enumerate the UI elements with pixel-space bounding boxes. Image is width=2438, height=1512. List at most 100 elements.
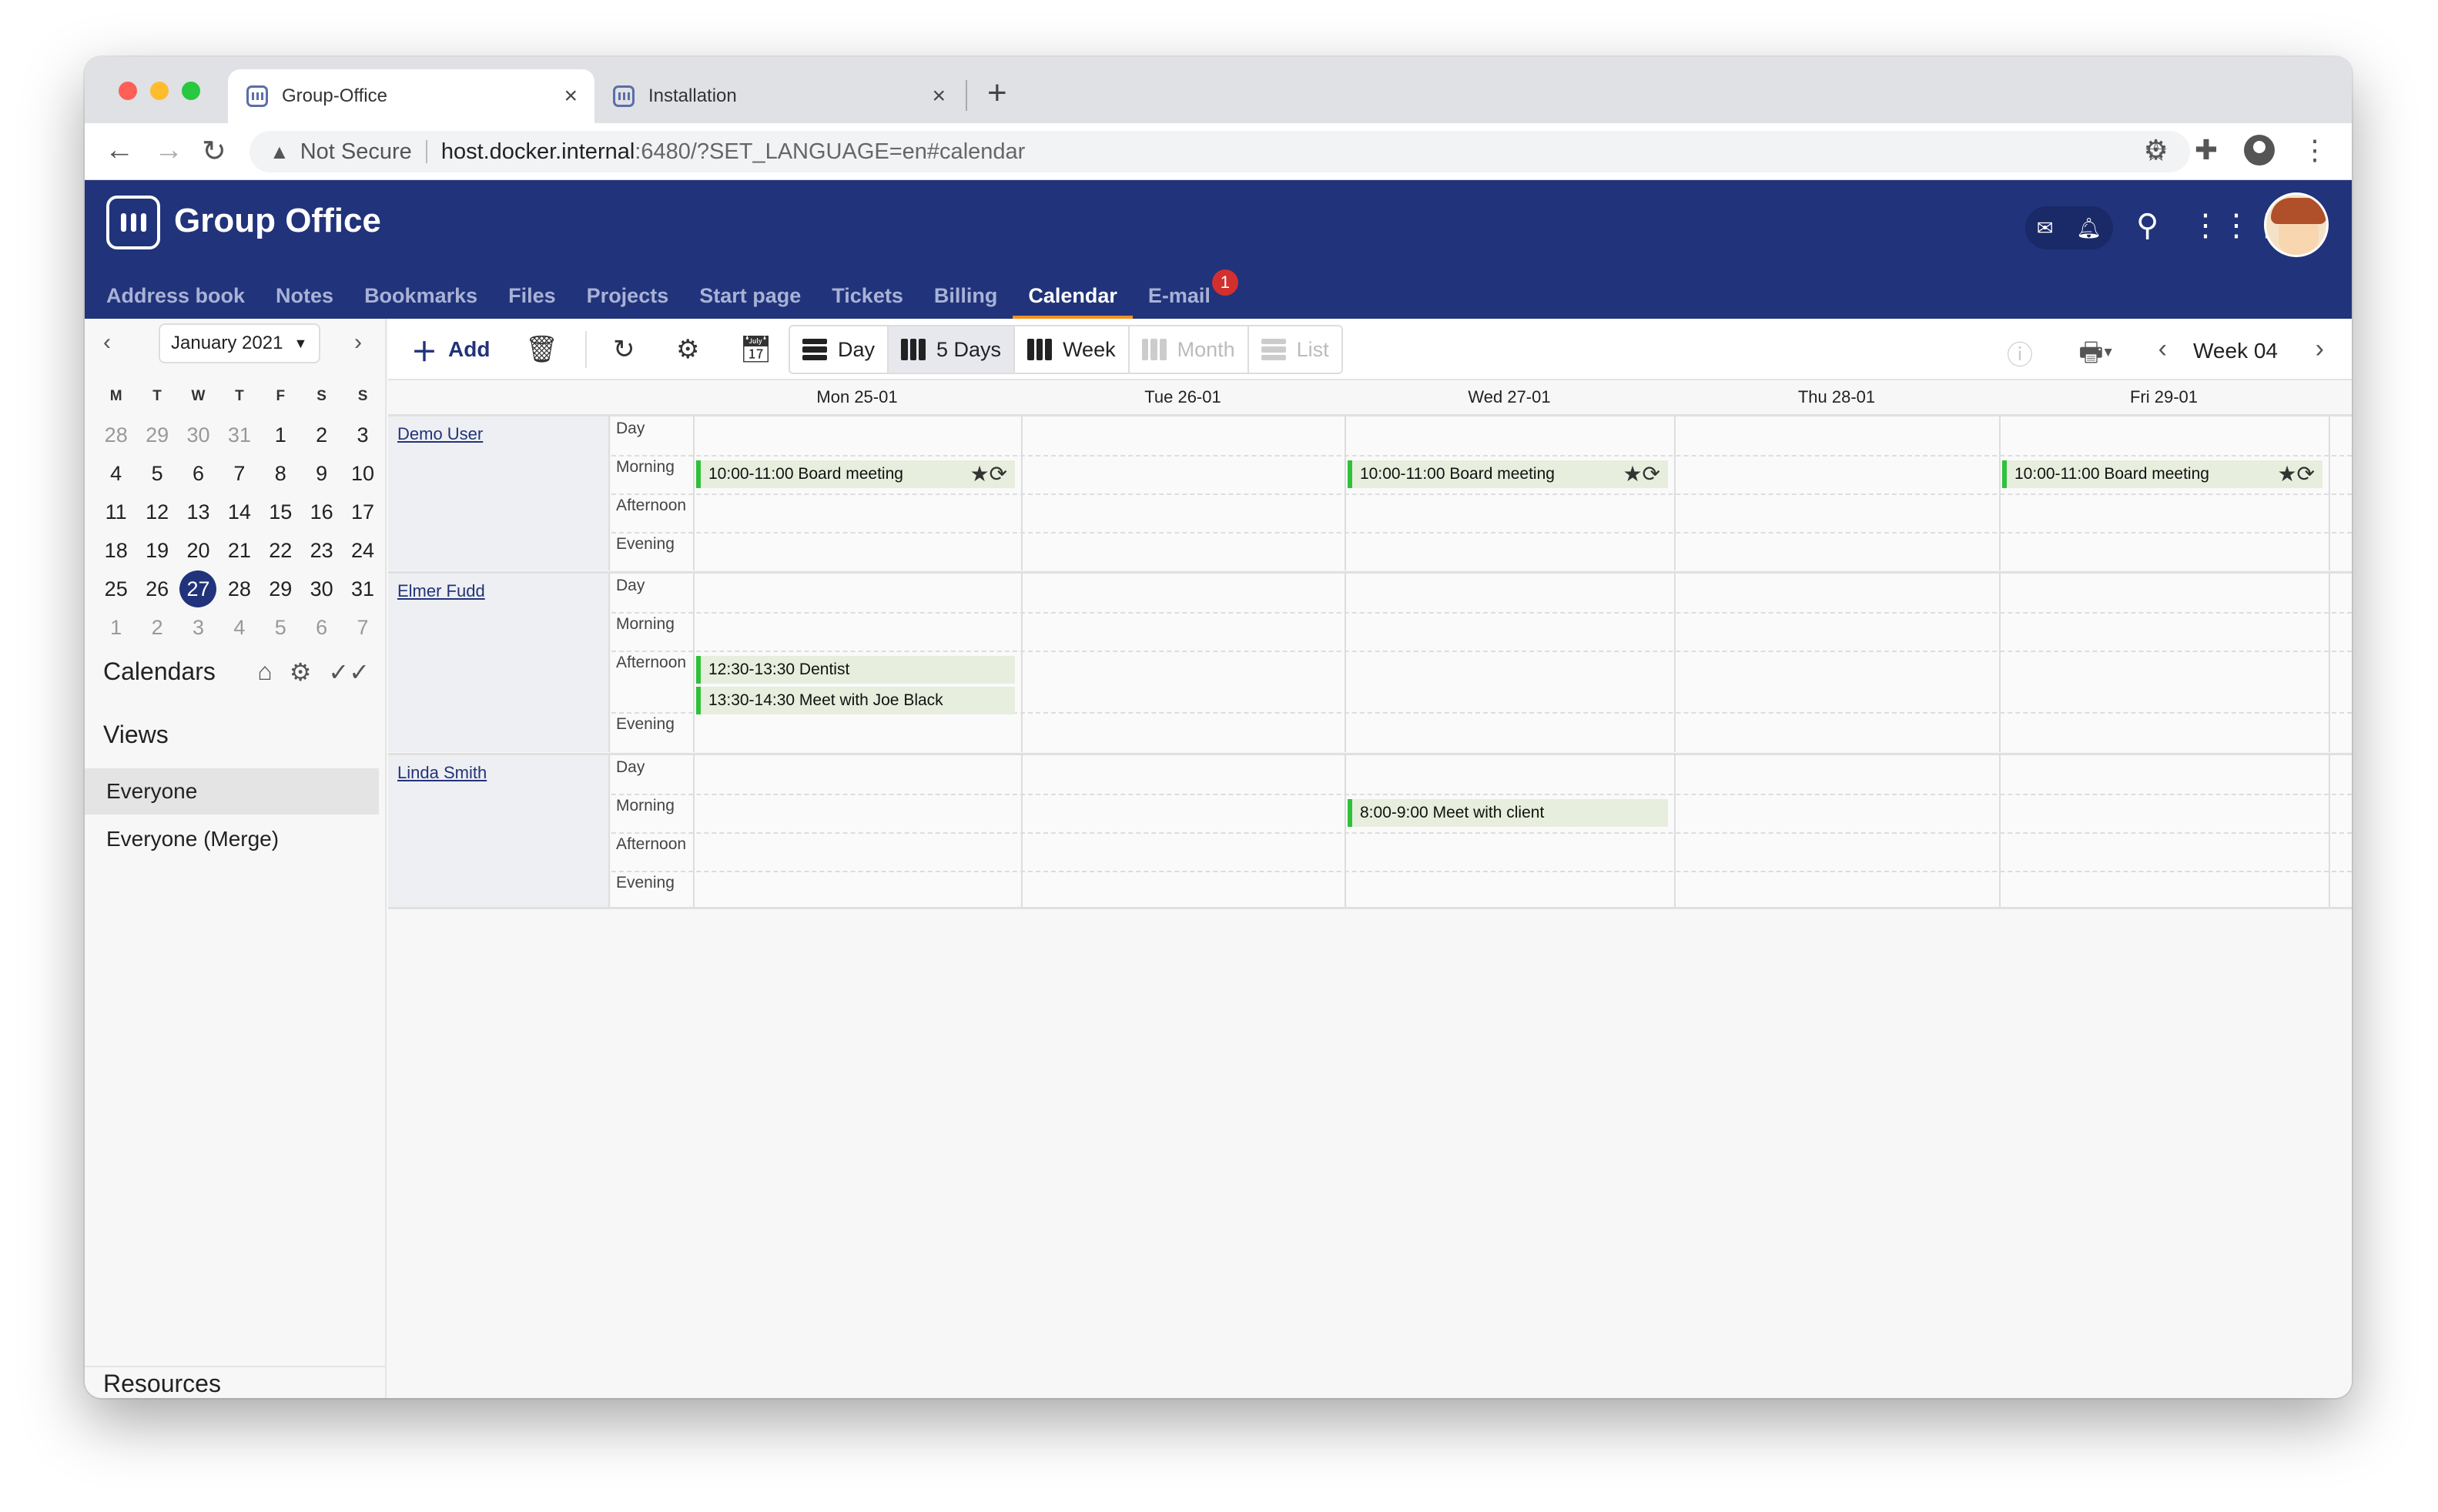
refresh-button[interactable]: ↻	[613, 328, 646, 371]
day-cell[interactable]: 17	[342, 500, 383, 524]
day-cell-today[interactable]: 27	[178, 570, 219, 607]
day-cell[interactable]: 6	[301, 616, 342, 640]
day-cell[interactable]: 21	[219, 539, 260, 563]
day-cell[interactable]: 29	[136, 423, 177, 447]
person-link[interactable]: Linda Smith	[397, 763, 487, 783]
bell-icon[interactable]: 🔔︎	[2076, 216, 2101, 240]
avatar[interactable]	[2264, 192, 2329, 257]
close-icon[interactable]: ×	[932, 83, 946, 109]
day-cell[interactable]: 4	[219, 616, 260, 640]
day-cell[interactable]: 19	[136, 539, 177, 563]
day-cell[interactable]: 2	[301, 423, 342, 447]
puzzle-icon[interactable]: ✚	[2195, 134, 2218, 166]
day-cell[interactable]: 25	[95, 577, 136, 601]
day-cell[interactable]: 30	[301, 577, 342, 601]
view-day-button[interactable]: Day	[790, 326, 889, 373]
day-cell[interactable]: 3	[342, 423, 383, 447]
double-check-icon[interactable]: ✓✓	[328, 657, 370, 687]
day-cell[interactable]: 4	[95, 462, 136, 486]
today-button[interactable]: 📅︎	[739, 328, 783, 371]
close-window-button[interactable]	[119, 82, 137, 100]
profile-icon[interactable]	[2244, 135, 2275, 166]
maximize-window-button[interactable]	[182, 82, 200, 100]
day-cell[interactable]: 5	[260, 616, 301, 640]
chevron-left-icon[interactable]: ‹	[2158, 334, 2167, 364]
day-cell[interactable]: 6	[178, 462, 219, 486]
info-icon[interactable]: ⓘ	[2007, 334, 2033, 372]
nav-address-book[interactable]: Address book	[106, 273, 260, 319]
back-arrow-icon[interactable]: ←	[105, 134, 134, 167]
day-cell[interactable]: 24	[342, 539, 383, 563]
nav-files[interactable]: Files	[493, 273, 571, 319]
nav-bookmarks[interactable]: Bookmarks	[349, 273, 493, 319]
print-icon[interactable]: 🖶▾	[2078, 334, 2113, 378]
nav-start-page[interactable]: Start page	[684, 273, 816, 319]
view-item-everyone[interactable]: Everyone	[85, 768, 379, 815]
notification-pill[interactable]: ✉ 🔔︎	[2025, 206, 2113, 249]
day-cell[interactable]: 18	[95, 539, 136, 563]
person-link[interactable]: Elmer Fudd	[397, 581, 485, 601]
day-cell[interactable]: 9	[301, 462, 342, 486]
day-cell[interactable]: 31	[342, 577, 383, 601]
day-cell[interactable]: 5	[136, 462, 177, 486]
extension-gear-icon[interactable]: ⚙	[2144, 134, 2168, 166]
view-month-button[interactable]: Month	[1130, 326, 1249, 373]
day-cell[interactable]: 14	[219, 500, 260, 524]
day-cell[interactable]: 7	[342, 616, 383, 640]
minimize-window-button[interactable]	[150, 82, 169, 100]
day-cell[interactable]: 16	[301, 500, 342, 524]
nav-email[interactable]: E-mail 1	[1133, 269, 1238, 319]
mail-icon[interactable]: ✉	[2037, 216, 2054, 240]
day-cell[interactable]: 23	[301, 539, 342, 563]
gear-icon[interactable]: ⚙	[290, 657, 312, 687]
day-cell[interactable]: 7	[219, 462, 260, 486]
new-tab-button[interactable]: +	[987, 74, 1007, 112]
day-cell[interactable]: 3	[178, 616, 219, 640]
day-cell[interactable]: 31	[219, 423, 260, 447]
more-vert-icon[interactable]: ⋮	[2301, 134, 2329, 166]
close-icon[interactable]: ×	[564, 83, 578, 109]
home-icon[interactable]: ⌂	[257, 657, 272, 687]
browser-tab-installation[interactable]: Installation ×	[594, 69, 963, 123]
view-week-button[interactable]: Week	[1015, 326, 1130, 373]
day-cell[interactable]: 10	[342, 462, 383, 486]
event-item[interactable]: 10:00-11:00 Board meeting ★⟳	[2002, 460, 2322, 488]
event-item[interactable]: 8:00-9:00 Meet with client	[1348, 799, 1668, 827]
view-item-everyone-merge[interactable]: Everyone (Merge)	[85, 816, 379, 862]
event-item[interactable]: 10:00-11:00 Board meeting ★⟳	[1348, 460, 1668, 488]
day-cell[interactable]: 13	[178, 500, 219, 524]
view-list-button[interactable]: List	[1249, 326, 1341, 373]
day-cell[interactable]: 29	[260, 577, 301, 601]
chevron-left-icon[interactable]: ‹	[103, 329, 111, 356]
settings-button[interactable]: ⚙	[676, 328, 710, 371]
address-bar[interactable]: ▲ Not Secure host.docker.internal:6480/?…	[249, 131, 2190, 172]
chevron-right-icon[interactable]: ›	[354, 329, 362, 356]
day-cell[interactable]: 8	[260, 462, 301, 486]
day-cell[interactable]: 26	[136, 577, 177, 601]
person-link[interactable]: Demo User	[397, 424, 483, 444]
day-cell[interactable]: 28	[219, 577, 260, 601]
day-cell[interactable]: 15	[260, 500, 301, 524]
event-item[interactable]: 10:00-11:00 Board meeting ★⟳	[696, 460, 1015, 488]
search-icon[interactable]: ⚲	[2136, 208, 2158, 243]
nav-calendar[interactable]: Calendar	[1013, 273, 1133, 320]
month-select[interactable]: January 2021 ▼	[159, 323, 320, 363]
add-button[interactable]: ＋ Add	[411, 328, 490, 371]
day-cell[interactable]: 2	[136, 616, 177, 640]
reload-icon[interactable]: ↻	[202, 134, 226, 169]
day-cell[interactable]: 30	[178, 423, 219, 447]
day-cell[interactable]: 22	[260, 539, 301, 563]
day-cell[interactable]: 20	[178, 539, 219, 563]
day-cell[interactable]: 12	[136, 500, 177, 524]
event-item[interactable]: 13:30-14:30 Meet with Joe Black	[696, 687, 1015, 714]
delete-button[interactable]: 🗑︎	[525, 328, 569, 371]
day-cell[interactable]: 1	[260, 423, 301, 447]
forward-arrow-icon[interactable]: →	[154, 134, 183, 167]
chevron-right-icon[interactable]: ›	[2316, 334, 2324, 364]
event-item[interactable]: 12:30-13:30 Dentist	[696, 656, 1015, 684]
nav-billing[interactable]: Billing	[919, 273, 1013, 319]
browser-tab-group-office[interactable]: Group-Office ×	[228, 69, 594, 123]
resources-heading[interactable]: Resources	[85, 1366, 387, 1398]
nav-tickets[interactable]: Tickets	[816, 273, 919, 319]
group-office-logo-icon[interactable]	[106, 196, 160, 249]
